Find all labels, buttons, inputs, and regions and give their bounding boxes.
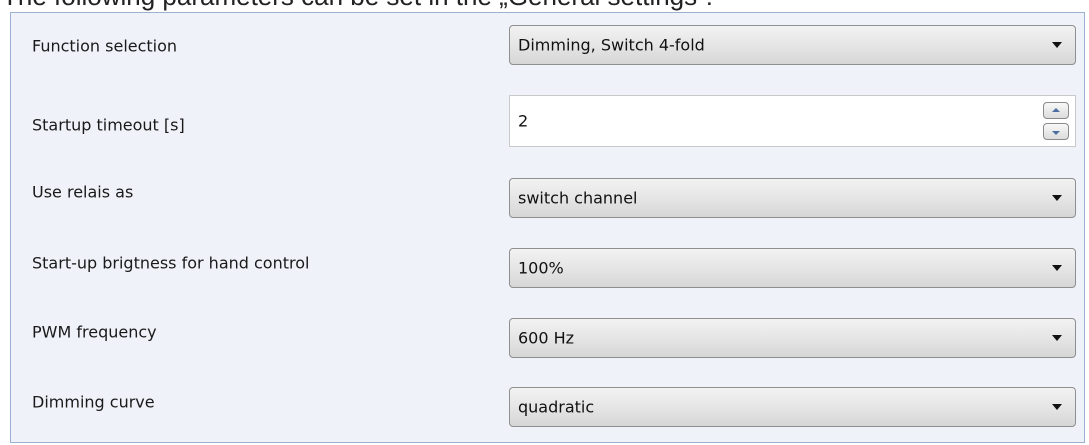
startup-brightness-dropdown[interactable]: 100% — [509, 248, 1076, 288]
use-relais-value: switch channel — [518, 188, 638, 208]
chevron-down-icon — [1052, 404, 1062, 410]
dimming-curve-value: quadratic — [518, 397, 595, 417]
row-startup-brightness: Start-up brigtness for hand control 100% — [11, 233, 1084, 293]
startup-brightness-label: Start-up brigtness for hand control — [32, 253, 310, 273]
chevron-down-icon — [1052, 335, 1062, 341]
function-selection-value: Dimming, Switch 4-fold — [518, 35, 705, 55]
dimming-curve-label: Dimming curve — [32, 392, 155, 412]
pwm-frequency-value: 600 Hz — [518, 328, 575, 348]
general-settings-panel: Function selection Dimming, Switch 4-fol… — [10, 12, 1085, 443]
startup-brightness-value: 100% — [518, 258, 564, 278]
cutoff-heading-text: The following parameters can be set in t… — [2, 0, 713, 12]
startup-timeout-spinbox[interactable]: 2 — [509, 95, 1076, 147]
row-startup-timeout: Startup timeout [s] 2 — [11, 95, 1084, 155]
cutoff-heading: The following parameters can be set in t… — [0, 0, 1089, 12]
chevron-down-icon — [1052, 265, 1062, 271]
use-relais-dropdown[interactable]: switch channel — [509, 178, 1076, 218]
use-relais-label: Use relais as — [32, 182, 134, 202]
dimming-curve-dropdown[interactable]: quadratic — [509, 387, 1076, 427]
spin-up-icon — [1052, 107, 1060, 112]
function-selection-label: Function selection — [32, 36, 178, 56]
chevron-down-icon — [1052, 195, 1062, 201]
pwm-frequency-dropdown[interactable]: 600 Hz — [509, 318, 1076, 358]
pwm-frequency-label: PWM frequency — [32, 322, 157, 342]
spin-down-icon — [1052, 130, 1060, 135]
spin-down-button[interactable] — [1043, 123, 1069, 140]
function-selection-dropdown[interactable]: Dimming, Switch 4-fold — [509, 25, 1076, 65]
row-pwm-frequency: PWM frequency 600 Hz — [11, 302, 1084, 362]
startup-timeout-label: Startup timeout [s] — [32, 115, 185, 135]
row-function-selection: Function selection Dimming, Switch 4-fol… — [11, 16, 1084, 76]
chevron-down-icon — [1052, 42, 1062, 48]
row-use-relais: Use relais as switch channel — [11, 162, 1084, 222]
startup-timeout-value[interactable]: 2 — [518, 112, 528, 131]
row-dimming-curve: Dimming curve quadratic — [11, 372, 1084, 432]
spin-up-button[interactable] — [1043, 102, 1069, 119]
